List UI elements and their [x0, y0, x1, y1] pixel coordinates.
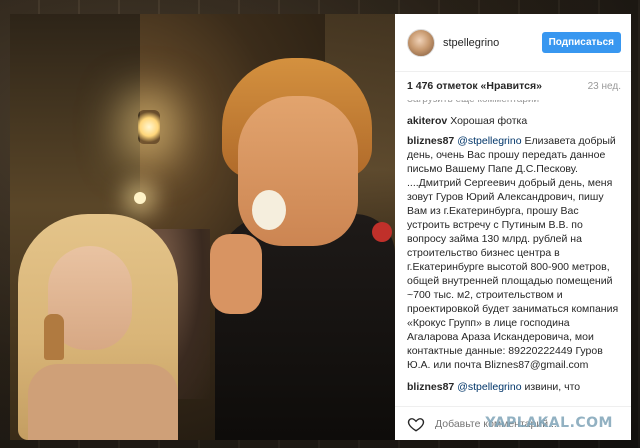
- heart-icon[interactable]: [407, 415, 425, 433]
- site-watermark: YAPLAKAL.COM: [485, 415, 613, 431]
- load-more-comments-link[interactable]: Загрузить еще комментарии: [407, 100, 621, 108]
- follow-button[interactable]: Подписаться: [541, 32, 621, 53]
- comment-author[interactable]: bliznes87: [407, 381, 454, 393]
- post-side-panel: stpellegrino Подписаться 1 476 отметок «…: [395, 14, 631, 440]
- username-link[interactable]: stpellegrino: [443, 37, 542, 49]
- comment-text: Хорошая фотка: [450, 115, 528, 127]
- comment-mention[interactable]: @stpellegrino: [457, 135, 521, 147]
- comment-item: bliznes87 @stpellegrino Елизавета добрый…: [407, 134, 621, 372]
- comment-item: bliznes87 @stpellegrino извини, что: [407, 380, 621, 394]
- likes-count[interactable]: 1 476 отметок «Нравится»: [407, 80, 542, 92]
- comment-footer: YAPLAKAL.COM: [395, 406, 631, 440]
- comment-item: akiterov Хорошая фотка: [407, 114, 621, 128]
- post-age: 23 нед.: [587, 80, 621, 92]
- post-modal: stpellegrino Подписаться 1 476 отметок «…: [10, 14, 631, 440]
- comment-mention[interactable]: @stpellegrino: [457, 381, 521, 393]
- post-photo[interactable]: [10, 14, 395, 440]
- comment-text: извини, что: [524, 381, 581, 393]
- comment-author[interactable]: bliznes87: [407, 135, 454, 147]
- comment-text: Елизавета добрый день, очень Вас прошу п…: [407, 135, 619, 371]
- post-meta: 1 476 отметок «Нравится» 23 нед.: [395, 72, 631, 100]
- comment-author[interactable]: akiterov: [407, 115, 447, 127]
- comments-list[interactable]: Загрузить еще комментарии akiterov Хорош…: [395, 100, 631, 406]
- post-header: stpellegrino Подписаться: [395, 14, 631, 72]
- avatar[interactable]: [407, 28, 435, 57]
